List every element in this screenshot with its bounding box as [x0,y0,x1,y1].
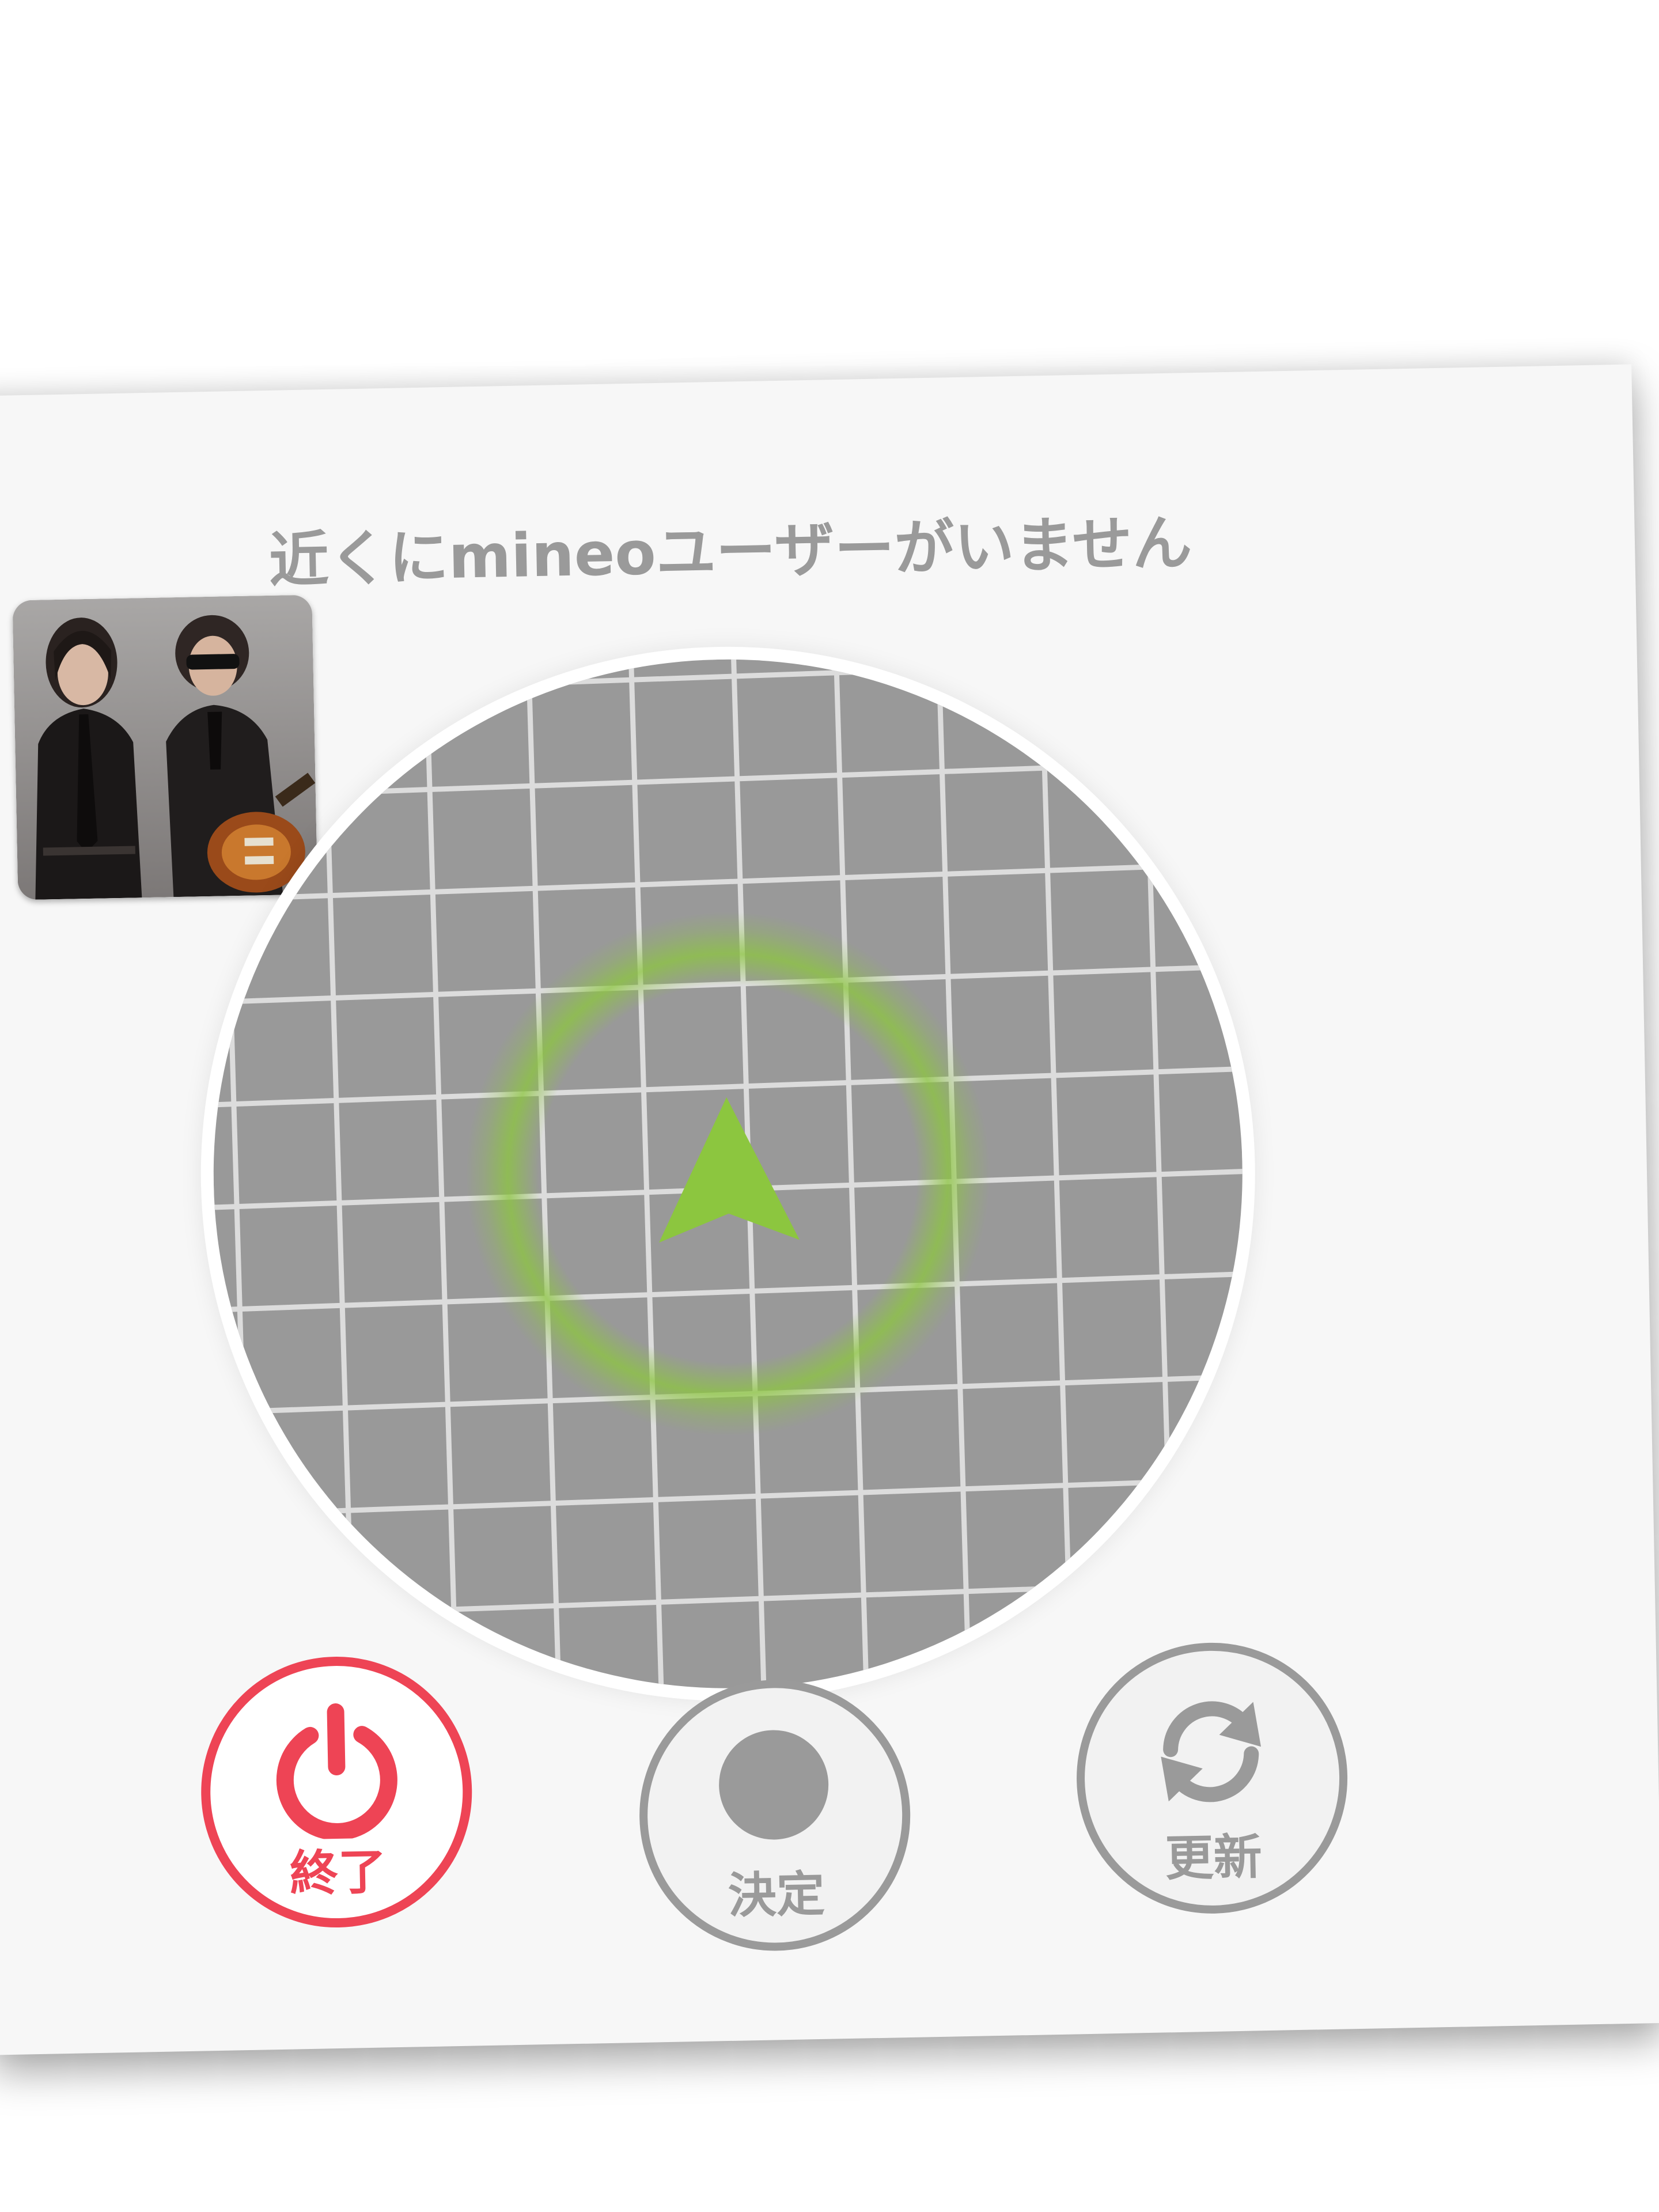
exit-button-label: 終了 [289,1843,387,1902]
screen: 近くにmineoユーザーがいません 終了 決定 更新 [0,0,1659,2212]
record-dot-icon [719,1730,829,1840]
radar-card: 近くにmineoユーザーがいません 終了 決定 更新 [0,364,1659,2055]
radar-grid [203,649,1252,1698]
decide-button[interactable]: 決定 [637,1677,913,1953]
refresh-button-label: 更新 [1164,1828,1263,1887]
decide-button-label: 決定 [727,1865,825,1925]
power-icon [276,1703,397,1840]
refresh-button[interactable]: 更新 [1074,1640,1350,1916]
radar [191,637,1266,1711]
refresh-icon [1161,1701,1262,1802]
status-message: 近くにmineoユーザーがいません [268,507,1193,596]
grid-line-vertical [1243,649,1252,1678]
